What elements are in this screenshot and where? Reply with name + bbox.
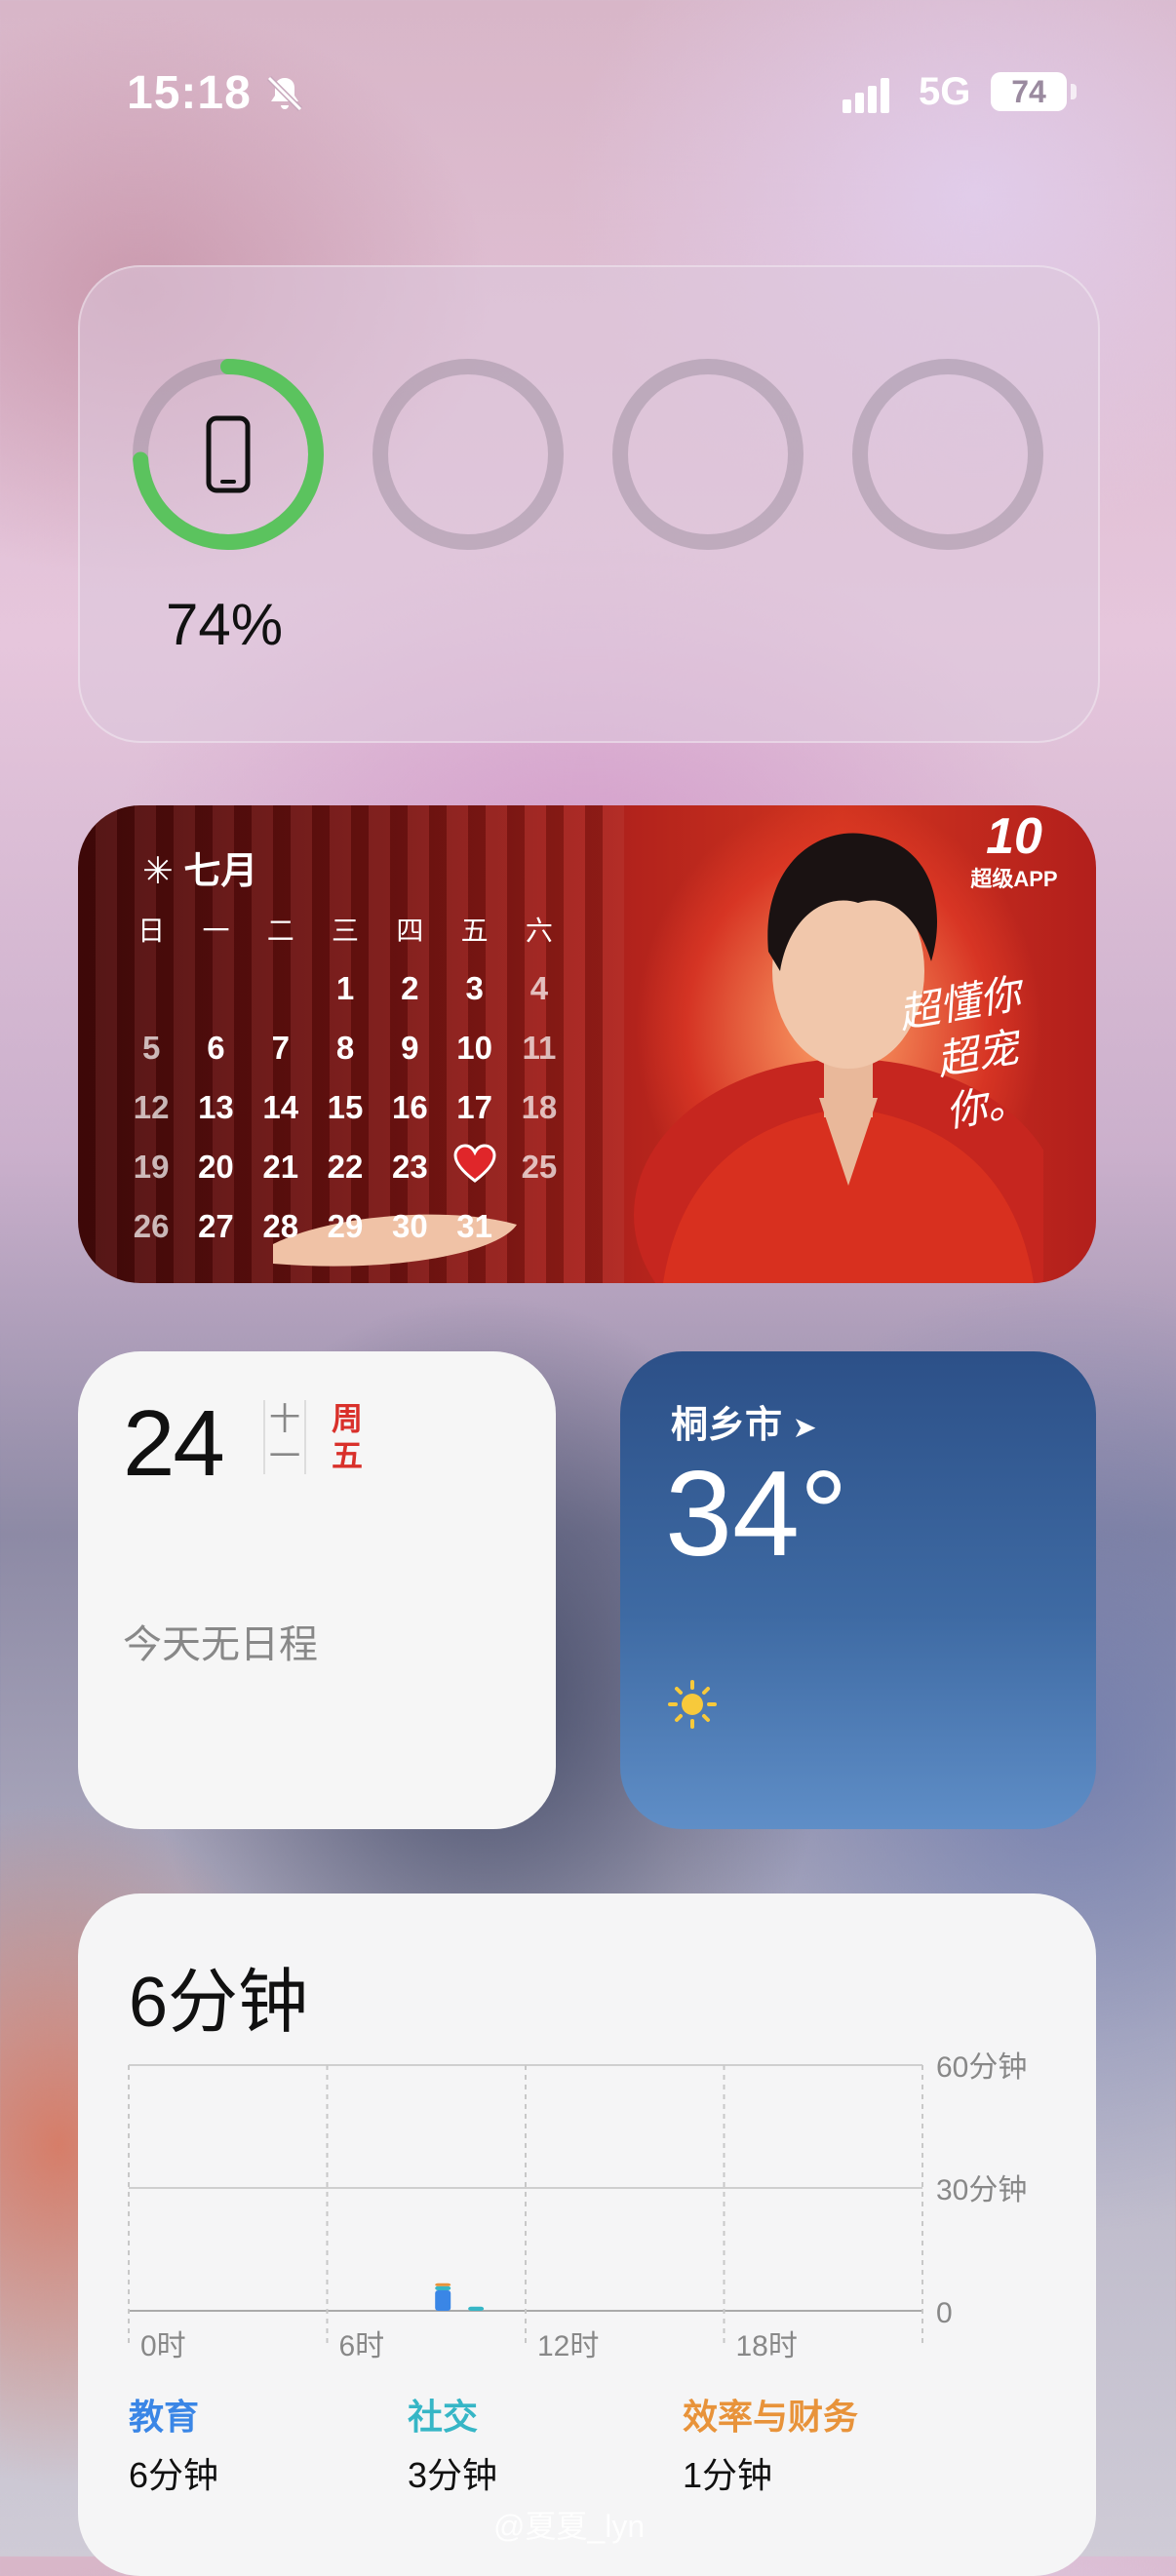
day-cell: 3 (465, 969, 484, 1006)
location-arrow-icon: ➤ (792, 1412, 817, 1444)
asterisk-icon: ✳ (142, 851, 174, 892)
x-tick-label: 0时 (140, 2330, 186, 2362)
weekday-label: 周 五 (331, 1401, 363, 1473)
day-cell: 16 (391, 1088, 428, 1125)
empty-battery-ring-1 (372, 359, 564, 550)
day-cell: 9 (401, 1029, 419, 1066)
status-time: 15:18 (127, 67, 252, 119)
weekday-header: 日一二三四五六 (119, 899, 675, 958)
day-cell: 29 (327, 1207, 364, 1244)
day-cell: 7 (271, 1029, 290, 1066)
weather-widget[interactable]: 桐乡市 ➤ 34° (620, 1351, 1096, 1829)
screen-time-widget[interactable]: 6分钟 60分钟 30分钟 0 0时 6时 12时 18时 教育 6分钟 社交 3分钟 效率… (78, 1893, 1096, 2576)
photo-calendar-widget[interactable]: 10 超级APP 超懂你 超宠你。 ✳ 七月 日一二三四五六1234567891… (78, 805, 1096, 1283)
day-cell: 10 (456, 1029, 492, 1066)
day-cell: 11 (522, 1029, 557, 1066)
lunar-date: 十 一 (263, 1400, 306, 1474)
day-cell: 21 (262, 1148, 299, 1185)
weather-temperature: 34° (665, 1447, 848, 1581)
day-cell: 15 (327, 1088, 364, 1125)
day-cell: 26 (133, 1207, 170, 1244)
x-tick-label: 18时 (736, 2330, 798, 2362)
x-tick-label: 6时 (339, 2330, 385, 2362)
week-row: 19 20 21 22 23 25 (119, 1137, 675, 1196)
day-cell: 13 (198, 1088, 234, 1125)
y-tick-label: 30分钟 (936, 2174, 1027, 2206)
day-cell: 5 (141, 1029, 161, 1066)
category-education: 教育 6分钟 (129, 2397, 219, 2495)
bar-教育 (435, 2290, 451, 2311)
y-tick-label: 0 (936, 2297, 953, 2329)
category-social: 社交 3分钟 (408, 2397, 498, 2495)
day-cell: 22 (327, 1148, 364, 1185)
day-cell: 31 (456, 1207, 492, 1244)
calendar-month: ✳ 七月 (142, 851, 258, 892)
month-grid: 日一二三四五六 1 2 3 4 5 6 7 8 9 10 11 12 13 14 15 16 17 18 19 20 21… (119, 899, 675, 1256)
week-row: 12 13 14 15 16 17 18 (119, 1077, 675, 1137)
day-cell: 18 (521, 1088, 558, 1125)
weibo-watermark: @夏夏_lyn (493, 2509, 646, 2544)
screen-time-chart: 60分钟 30分钟 0 0时 6时 12时 18时 (128, 2051, 1027, 2362)
y-tick-label: 60分钟 (936, 2051, 1027, 2084)
today-heart-icon (442, 1143, 506, 1190)
empty-battery-ring-3 (852, 359, 1043, 550)
week-row: 26 27 28 29 30 31 (119, 1196, 675, 1256)
day-cell: 25 (521, 1148, 558, 1185)
x-tick-label: 12时 (537, 2330, 599, 2362)
app-logo: 10 超级APP (970, 808, 1058, 891)
battery-indicator: 74 (991, 72, 1067, 111)
bar-社交 (468, 2306, 485, 2311)
slogan: 超懂你 超宠你。 (894, 969, 1032, 1137)
day-cell: 4 (529, 969, 549, 1006)
status-bar: 15:18 5G 74 (0, 59, 1176, 127)
calendar-day-number: 24 (123, 1391, 225, 1496)
weekday-cell: 一 (202, 915, 230, 946)
bar-社交 (435, 2285, 451, 2290)
week-row: 1 2 3 4 (119, 958, 675, 1018)
empty-battery-ring-2 (612, 359, 804, 550)
category-productivity: 效率与财务 1分钟 (683, 2397, 859, 2495)
weather-city: 桐乡市 ➤ (671, 1405, 817, 1446)
weekday-cell: 六 (525, 915, 553, 946)
day-cell: 17 (456, 1088, 492, 1125)
battery-tip (1071, 84, 1077, 99)
day-cell: 23 (391, 1148, 428, 1185)
day-cell: 30 (391, 1207, 428, 1244)
weekday-cell: 日 (137, 915, 166, 946)
bar-效率与财务 (435, 2283, 451, 2286)
day-cell: 14 (262, 1088, 299, 1125)
day-cell: 27 (198, 1207, 234, 1244)
network-type: 5G (919, 70, 971, 113)
day-cell: 19 (133, 1148, 170, 1185)
day-cell: 6 (207, 1029, 225, 1066)
weekday-cell: 五 (460, 915, 489, 946)
weekday-cell: 四 (396, 915, 424, 946)
weekday-cell: 三 (332, 915, 360, 946)
signal-icon (843, 78, 889, 113)
iphone-icon (206, 415, 251, 493)
day-cell: 1 (335, 969, 355, 1006)
calendar-widget[interactable]: 24 十 一 周 五 今天无日程 (78, 1351, 556, 1829)
weekday-cell: 二 (266, 915, 294, 946)
sun-icon (668, 1680, 717, 1729)
battery-percent: 74% (166, 592, 284, 657)
day-cell: 12 (133, 1088, 170, 1125)
day-cell: 2 (401, 969, 419, 1006)
week-row: 5 6 7 8 9 10 11 (119, 1018, 675, 1077)
batteries-widget[interactable]: 74% (78, 265, 1100, 743)
day-cell: 20 (198, 1148, 234, 1185)
day-cell: 8 (335, 1029, 355, 1066)
no-events-text: 今天无日程 (123, 1623, 318, 1666)
day-cell: 28 (262, 1207, 299, 1244)
bell-muted-icon (266, 75, 303, 112)
